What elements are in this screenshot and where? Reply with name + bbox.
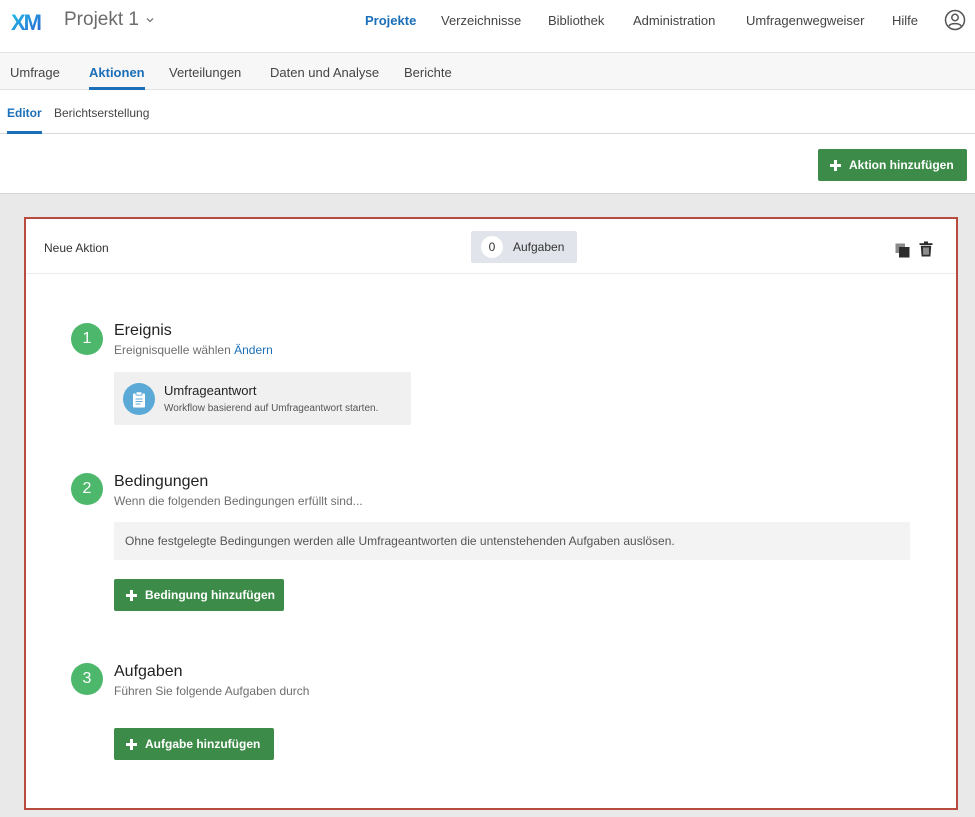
event-subtitle-text: Ereignisquelle wählen: [114, 343, 231, 357]
action-card-header: Neue Aktion 0 Aufgaben: [26, 219, 956, 274]
action-name[interactable]: Neue Aktion: [44, 241, 109, 255]
conditions-info-box: Ohne festgelegte Bedingungen werden alle…: [114, 522, 910, 560]
source-title: Umfrageantwort: [164, 383, 257, 398]
copy-icon[interactable]: [895, 243, 910, 258]
xm-logo[interactable]: XM: [11, 9, 49, 35]
main-tabs: Umfrage Aktionen Verteilungen Daten und …: [0, 53, 975, 90]
project-title: Projekt 1: [64, 9, 139, 30]
tab-aktionen[interactable]: Aktionen: [89, 65, 145, 90]
plus-icon: [126, 738, 137, 750]
plus-icon: [830, 159, 841, 171]
step-subtitle-conditions: Wenn die folgenden Bedingungen erfüllt s…: [114, 494, 363, 508]
add-action-button[interactable]: Aktion hinzufügen: [818, 149, 967, 181]
actions-toolbar: Aktion hinzufügen: [0, 134, 975, 194]
add-task-button[interactable]: Aufgabe hinzufügen: [114, 728, 274, 760]
tab-daten-und-analyse[interactable]: Daten und Analyse: [270, 65, 379, 90]
project-switcher[interactable]: Projekt 1: [64, 9, 155, 31]
step-subtitle-tasks: Führen Sie folgende Aufgaben durch: [114, 684, 310, 698]
chevron-down-icon: [146, 18, 154, 23]
user-circle-icon[interactable]: [944, 9, 966, 31]
tab-umfrage[interactable]: Umfrage: [10, 65, 60, 90]
change-event-link[interactable]: Ändern: [234, 343, 273, 357]
nav-administration[interactable]: Administration: [633, 13, 715, 28]
nav-hilfe[interactable]: Hilfe: [892, 13, 918, 28]
add-condition-label: Bedingung hinzufügen: [145, 588, 275, 602]
add-action-label: Aktion hinzufügen: [849, 158, 954, 172]
sub-tabs: Editor Berichtserstellung: [0, 90, 975, 134]
task-count-badge: 0 Aufgaben: [471, 231, 577, 263]
logo-text: XM: [11, 10, 41, 35]
step-title-conditions: Bedingungen: [114, 473, 209, 490]
action-card: Neue Aktion 0 Aufgaben 1 Ereignis Ereign…: [24, 217, 958, 810]
trash-icon[interactable]: [919, 241, 933, 257]
nav-verzeichnisse[interactable]: Verzeichnisse: [441, 13, 521, 28]
step-subtitle-event: Ereignisquelle wählen Ändern: [114, 343, 273, 357]
plus-icon: [126, 589, 137, 601]
nav-umfragenwegweiser[interactable]: Umfragenwegweiser: [746, 13, 865, 28]
add-condition-button[interactable]: Bedingung hinzufügen: [114, 579, 284, 611]
tab-berichte[interactable]: Berichte: [404, 65, 452, 90]
task-count-label: Aufgaben: [513, 240, 565, 254]
step-number-tasks: 3: [71, 663, 103, 695]
subtab-editor[interactable]: Editor: [7, 106, 42, 134]
clipboard-icon: [133, 390, 145, 407]
add-task-label: Aufgabe hinzufügen: [145, 737, 261, 751]
nav-bibliothek[interactable]: Bibliothek: [548, 13, 604, 28]
tab-verteilungen[interactable]: Verteilungen: [169, 65, 241, 90]
step-title-tasks: Aufgaben: [114, 663, 183, 680]
step-title-event: Ereignis: [114, 322, 172, 339]
source-description: Workflow basierend auf Umfrageantwort st…: [164, 403, 379, 414]
top-header: XM Projekt 1 Projekte Verzeichnisse Bibl…: [0, 0, 975, 53]
step-number-conditions: 2: [71, 473, 103, 505]
subtab-berichtserstellung[interactable]: Berichtserstellung: [54, 106, 149, 134]
source-icon-circle: [123, 383, 155, 415]
task-count-number: 0: [481, 236, 503, 258]
event-source-card[interactable]: Umfrageantwort Workflow basierend auf Um…: [114, 372, 411, 425]
step-number-event: 1: [71, 323, 103, 355]
nav-projekte[interactable]: Projekte: [365, 13, 416, 28]
